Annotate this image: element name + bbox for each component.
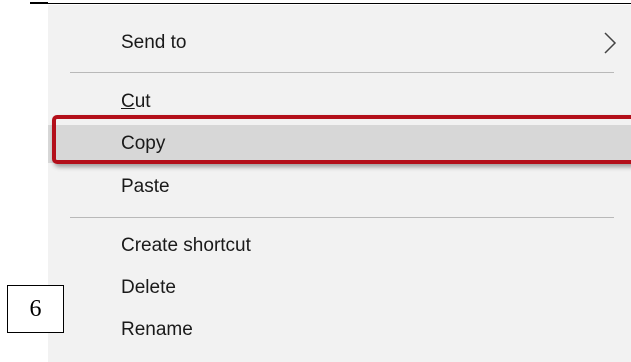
menu-item-label: Create shortcut [121,235,251,256]
menu-item-label: Send to [121,32,187,53]
menu-item-send-to[interactable]: Send to [48,24,631,62]
step-number-badge: 6 [7,285,64,333]
context-menu: Send to Cut Copy Paste Create shortcut D… [48,5,631,362]
menu-separator [70,217,614,218]
menu-item-label: Copy [121,133,166,154]
menu-item-delete[interactable]: Delete [48,269,631,307]
menu-item-create-shortcut[interactable]: Create shortcut [48,227,631,265]
menu-separator [70,72,614,73]
menu-item-paste[interactable]: Paste [48,168,631,206]
top-rule-accent [30,2,48,4]
access-key: C [121,91,135,112]
chevron-right-icon [603,32,617,54]
menu-item-label: Cut [121,91,151,113]
menu-item-label: Paste [121,176,170,197]
label-remainder: ut [134,91,151,112]
menu-item-rename[interactable]: Rename [48,311,631,349]
screenshot-stage: Send to Cut Copy Paste Create shortcut D… [0,0,631,362]
menu-item-label: Delete [121,277,176,298]
menu-item-copy[interactable]: Copy [48,125,631,163]
top-rule [30,3,631,4]
menu-item-cut[interactable]: Cut [48,83,631,121]
menu-item-label: Rename [121,319,193,340]
